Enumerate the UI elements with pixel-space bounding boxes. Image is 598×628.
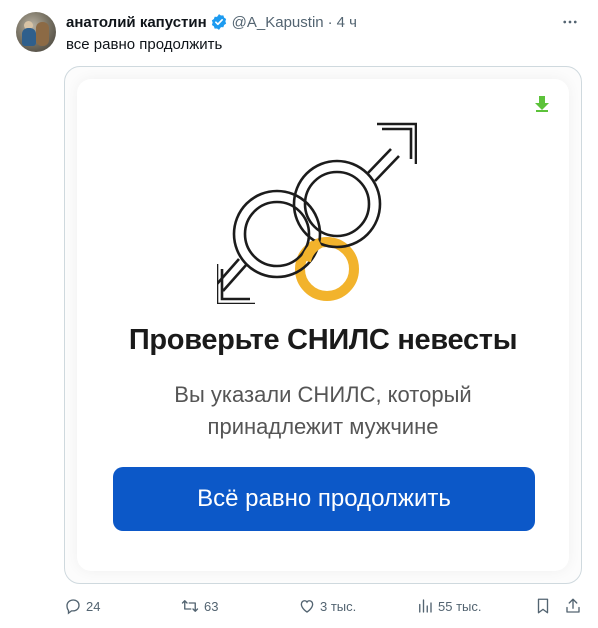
avatar[interactable] (16, 12, 56, 52)
author-name[interactable]: анатолий капустин (66, 14, 207, 31)
avatar-detail (22, 28, 36, 46)
bookmark-button[interactable] (534, 596, 552, 616)
card-title: Проверьте СНИЛС невесты (128, 324, 518, 356)
bookmark-icon (534, 597, 552, 615)
card-subtitle: Вы указали СНИЛС, который принадлежит му… (77, 379, 569, 443)
reply-count: 24 (86, 598, 101, 614)
reply-icon (64, 597, 82, 615)
more-dots-icon[interactable] (558, 10, 582, 34)
download-arrow-icon (535, 96, 549, 117)
screenshot-card: Проверьте СНИЛС невесты Вы указали СНИЛС… (77, 79, 569, 571)
share-icon (564, 597, 582, 615)
card-subtitle-line: Вы указали СНИЛС, который (174, 382, 472, 407)
tweet-header: анатолий капустин @A_Kapustin · 4 ч (66, 12, 357, 32)
reply-button[interactable]: 24 (64, 596, 100, 616)
avatar-detail (36, 22, 49, 46)
author-handle[interactable]: @A_Kapustin (232, 14, 324, 31)
share-button[interactable] (564, 596, 582, 616)
tweet-time[interactable]: 4 ч (337, 14, 357, 31)
views-button[interactable]: 55 тыс. (416, 596, 481, 616)
views-chart-icon (416, 597, 434, 615)
tweet-actions: 24 63 3 тыс. 55 тыс. (64, 596, 582, 616)
card-subtitle-line: принадлежит мужчине (207, 414, 439, 439)
like-button[interactable]: 3 тыс. (298, 596, 356, 616)
heart-icon (298, 597, 316, 615)
repost-count: 63 (204, 598, 219, 614)
repost-button[interactable]: 63 (180, 596, 218, 616)
tweet-media[interactable]: Проверьте СНИЛС невесты Вы указали СНИЛС… (64, 66, 582, 584)
tweet-text: все равно продолжить (66, 36, 223, 53)
views-count: 55 тыс. (438, 598, 482, 614)
separator-dot: · (327, 13, 333, 31)
verified-badge-icon[interactable] (210, 13, 228, 31)
continue-anyway-button: Всё равно продолжить (113, 467, 535, 531)
tweet: анатолий капустин @A_Kapustin · 4 ч все … (0, 0, 598, 628)
repost-icon (180, 597, 200, 615)
linked-male-symbols-rings-icon (215, 119, 418, 309)
like-count: 3 тыс. (320, 598, 357, 614)
